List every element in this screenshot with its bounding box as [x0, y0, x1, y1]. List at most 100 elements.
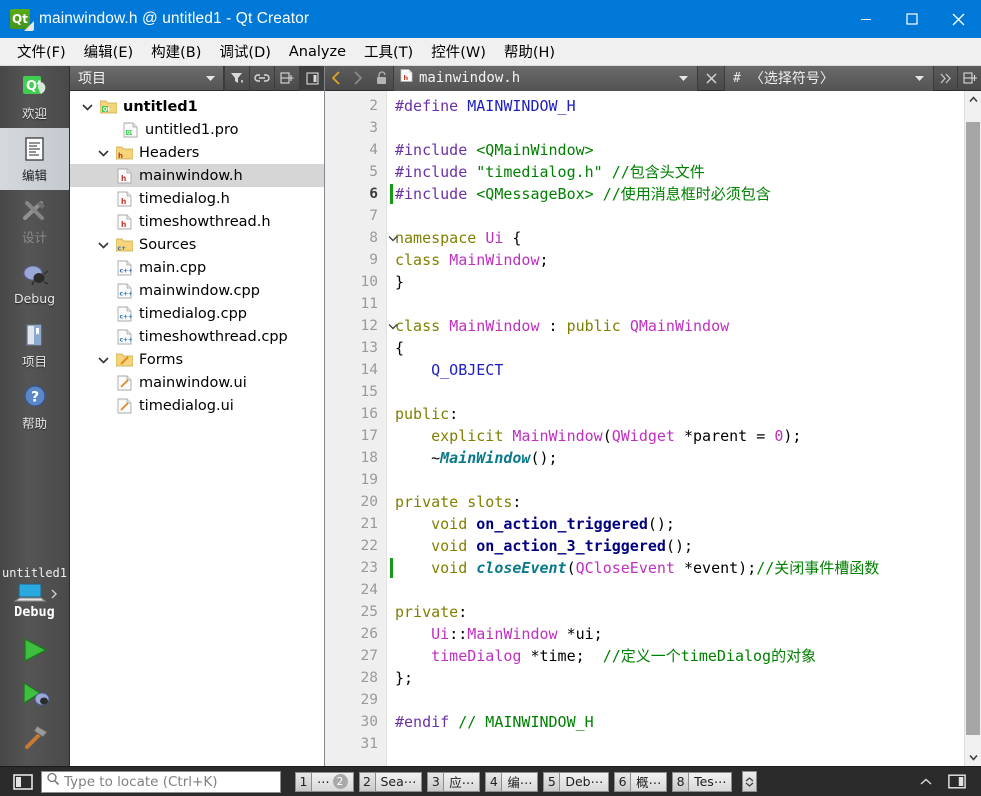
mode-edit[interactable]: 编辑: [0, 128, 69, 190]
code-text[interactable]: #define MAINWINDOW_H #include <QMainWind…: [387, 91, 964, 766]
build-hammer-icon[interactable]: [18, 716, 52, 760]
split-editor-icon[interactable]: [957, 65, 981, 91]
scrollbar-thumb[interactable]: [966, 122, 980, 735]
collapse-all-button[interactable]: [274, 65, 299, 91]
start-debugging-icon[interactable]: [18, 672, 52, 716]
output-pane-stepper[interactable]: [742, 771, 758, 792]
menu-help[interactable]: 帮助(H): [495, 38, 564, 65]
output-tab-issues[interactable]: 1 ⋯ 2: [295, 771, 354, 793]
code-token: <QMainWindow>: [476, 141, 594, 159]
mode-help[interactable]: ? 帮助: [0, 376, 69, 438]
chevron-down-icon[interactable]: [92, 241, 114, 249]
code-editor[interactable]: 2 3 4 5 6 7 8 9 10 11 12 13 14 15 16 17 18 19 20 21 22 23 24 25…: [325, 91, 981, 766]
mode-welcome[interactable]: Qt 欢迎: [0, 66, 69, 128]
synchronize-with-editor-button[interactable]: [249, 65, 274, 91]
line-number: 28: [360, 670, 378, 686]
output-tab-test-results[interactable]: 8 Tes⋯: [672, 771, 733, 793]
code-token: ();: [530, 449, 558, 467]
back-arrow-icon[interactable]: [325, 66, 347, 91]
run-play-icon[interactable]: [18, 628, 52, 672]
mode-debug[interactable]: Debug: [0, 252, 69, 314]
title-bar: Qt mainwindow.h @ untitled1 - Qt Creator: [0, 0, 981, 38]
toggle-sidebar-icon[interactable]: [10, 771, 36, 793]
code-token: void: [431, 515, 468, 533]
output-tab-compile-output[interactable]: 4 编⋯: [485, 771, 539, 793]
output-tab-search-results[interactable]: 2 Sea⋯: [358, 771, 423, 793]
code-token: }: [395, 273, 405, 291]
fold-chevron-down-icon[interactable]: [386, 315, 400, 337]
menu-debug[interactable]: 调试(D): [210, 38, 279, 65]
tree-node-forms[interactable]: Forms: [70, 348, 324, 371]
project-view-selector[interactable]: 项目: [70, 66, 224, 90]
output-tab-application-output[interactable]: 3 应⋯: [427, 771, 481, 793]
output-tab-general-messages[interactable]: 6 概⋯: [614, 771, 668, 793]
expand-up-icon[interactable]: [917, 772, 935, 792]
unlocked-padlock-icon[interactable]: [369, 66, 393, 91]
tree-node-timedialog-cpp[interactable]: c++ timedialog.cpp: [70, 302, 324, 325]
tree-node-label: timedialog.ui: [139, 397, 234, 414]
line-number: 4: [369, 142, 378, 158]
close-tab-button[interactable]: [698, 66, 724, 91]
tree-node-timeshowthread-cpp[interactable]: c++ timeshowthread.cpp: [70, 325, 324, 348]
minimize-icon[interactable]: [843, 0, 889, 38]
code-token: #include: [395, 163, 477, 181]
chevron-down-icon[interactable]: [92, 149, 114, 157]
chevron-down-icon[interactable]: [678, 69, 689, 87]
tree-node-timedialog-h[interactable]: h timedialog.h: [70, 187, 324, 210]
tree-node-mainwindow-ui[interactable]: mainwindow.ui: [70, 371, 324, 394]
tree-node-label: mainwindow.cpp: [139, 282, 260, 299]
filter-tree-button[interactable]: [224, 65, 249, 91]
tree-node-sources[interactable]: c+ Sources: [70, 233, 324, 256]
panel-layout-button[interactable]: [299, 65, 324, 91]
tree-node-headers[interactable]: h Headers: [70, 141, 324, 164]
open-file-selector[interactable]: h mainwindow.h: [393, 65, 698, 91]
fold-chevron-down-icon[interactable]: [386, 227, 400, 249]
scroll-up-arrow-icon[interactable]: [965, 91, 981, 108]
output-tab-number: 4: [485, 771, 503, 792]
menu-edit[interactable]: 编辑(E): [75, 38, 142, 65]
editor-toolbar: h mainwindow.h # 〈选择符号〉: [325, 65, 981, 91]
maximize-icon[interactable]: [889, 0, 935, 38]
symbol-selector[interactable]: # 〈选择符号〉: [724, 65, 933, 91]
tree-node-untitled1[interactable]: Qt untitled1: [70, 95, 324, 118]
project-tree[interactable]: Qt untitled1 Qt untitled1.pro h Headers …: [70, 91, 324, 766]
tree-node-mainwindow-cpp[interactable]: c++ mainwindow.cpp: [70, 279, 324, 302]
code-line: timeDialog *time; //定义一个timeDialog的对象: [395, 645, 964, 667]
output-tab-debugger-console[interactable]: 5 Deb⋯: [543, 771, 610, 793]
code-token: QCloseEvent: [575, 559, 675, 577]
locator-input[interactable]: Type to locate (Ctrl+K): [41, 770, 281, 793]
editor-overflow-button[interactable]: [933, 65, 957, 91]
menu-tools[interactable]: 工具(T): [355, 38, 422, 65]
output-pane-tabs: 1 ⋯ 2 2 Sea⋯ 3 应⋯ 4 编⋯ 5 Deb⋯ 6 概⋯ 8 Tes…: [295, 771, 758, 793]
tree-node-label: Headers: [139, 144, 200, 161]
code-token: //包含头文件: [611, 163, 705, 181]
menu-file[interactable]: 文件(F): [8, 38, 75, 65]
search-icon: [46, 772, 60, 791]
editor-vertical-scrollbar[interactable]: [964, 91, 981, 766]
menu-window[interactable]: 控件(W): [422, 38, 495, 65]
code-token: #endif: [395, 713, 459, 731]
tree-node-main-cpp[interactable]: c++ main.cpp: [70, 256, 324, 279]
chevron-down-icon[interactable]: [914, 69, 925, 87]
scrollbar-track[interactable]: [965, 108, 981, 749]
menu-build[interactable]: 构建(B): [142, 38, 210, 65]
locator-placeholder: Type to locate (Ctrl+K): [64, 773, 218, 790]
scroll-down-arrow-icon[interactable]: [965, 749, 981, 766]
code-view[interactable]: 2 3 4 5 6 7 8 9 10 11 12 13 14 15 16 17 18 19 20 21 22 23 24 25…: [325, 91, 964, 766]
output-tab-number: 6: [614, 771, 632, 792]
projects-book-icon: [20, 320, 50, 350]
cpp-file-icon: c++: [114, 260, 134, 276]
toggle-right-sidebar-icon[interactable]: [947, 772, 967, 792]
chevron-down-icon[interactable]: [92, 356, 114, 364]
mode-edit-label: 编辑: [21, 168, 47, 183]
mode-projects[interactable]: 项目: [0, 314, 69, 376]
tree-node-timeshowthread-h[interactable]: h timeshowthread.h: [70, 210, 324, 233]
chevron-down-icon[interactable]: [76, 103, 98, 111]
tree-node-mainwindow-h[interactable]: h mainwindow.h: [70, 164, 324, 187]
tree-node-timedialog-ui[interactable]: timedialog.ui: [70, 394, 324, 417]
menu-analyze[interactable]: Analyze: [280, 41, 355, 63]
close-icon[interactable]: [935, 0, 981, 38]
tree-node-untitled1-pro[interactable]: Qt untitled1.pro: [70, 118, 324, 141]
